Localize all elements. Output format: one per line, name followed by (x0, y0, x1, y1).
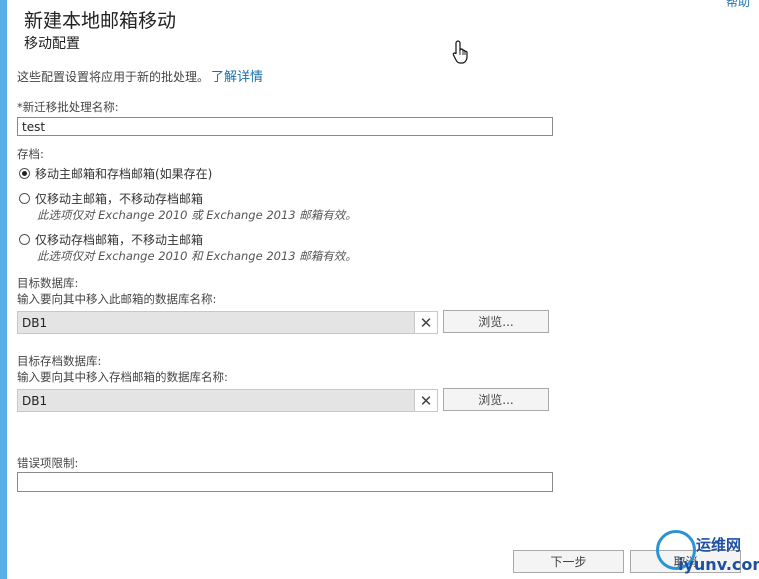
error-limit-label: 错误项限制: (17, 456, 79, 470)
watermark-logo: 运维网 iyunv.com (654, 528, 759, 576)
intro-description: 这些配置设置将应用于新的批处理。 (17, 70, 210, 84)
archive-option-label: 移动主邮箱和存档邮箱(如果存在) (35, 167, 213, 181)
help-link[interactable]: 帮助 (726, 0, 750, 10)
browse-target-db-button[interactable]: 浏览... (443, 310, 549, 333)
target-db-label: 目标数据库: (17, 276, 79, 290)
archive-label: 存档: (17, 147, 44, 161)
clear-icon[interactable]: ✕ (414, 312, 437, 333)
target-archive-db-label: 目标存档数据库: (17, 354, 102, 368)
archive-option-label: 仅移动存档邮箱，不移动主邮箱 (35, 233, 204, 247)
hand-cursor-icon (452, 40, 468, 64)
archive-option-note: 此选项仅对 Exchange 2010 和 Exchange 2013 邮箱有效… (37, 249, 357, 263)
archive-option-note: 此选项仅对 Exchange 2010 或 Exchange 2013 邮箱有效… (37, 208, 357, 222)
target-db-value: DB1 (22, 316, 48, 330)
radio-unchecked-icon[interactable] (19, 193, 30, 204)
target-archive-db-field[interactable]: DB1 ✕ (17, 389, 438, 412)
target-archive-db-hint: 输入要向其中移入存档邮箱的数据库名称: (17, 370, 228, 384)
archive-option-both[interactable]: 移动主邮箱和存档邮箱(如果存在) (19, 165, 212, 182)
next-button[interactable]: 下一步 (513, 550, 624, 573)
page-subtitle: 移动配置 (24, 36, 80, 52)
archive-option-primary-only[interactable]: 仅移动主邮箱，不移动存档邮箱 (19, 190, 203, 207)
browse-target-archive-db-button[interactable]: 浏览... (443, 388, 549, 411)
left-accent-bar (0, 0, 7, 579)
watermark-site-name: 运维网 (696, 536, 742, 554)
target-db-field[interactable]: DB1 ✕ (17, 311, 438, 334)
archive-option-archive-only[interactable]: 仅移动存档邮箱，不移动主邮箱 (19, 231, 203, 248)
target-archive-db-value: DB1 (22, 394, 48, 408)
page-title: 新建本地邮箱移动 (24, 10, 177, 32)
target-db-hint: 输入要向其中移入此邮箱的数据库名称: (17, 292, 217, 306)
radio-checked-icon[interactable] (19, 168, 30, 179)
intro-text: 这些配置设置将应用于新的批处理。 了解详情 (17, 66, 263, 85)
error-limit-input[interactable] (17, 472, 553, 492)
archive-option-label: 仅移动主邮箱，不移动存档邮箱 (35, 192, 204, 206)
watermark-url: iyunv.com (678, 555, 759, 574)
batch-name-label: *新迁移批处理名称: (17, 100, 119, 114)
radio-unchecked-icon[interactable] (19, 234, 30, 245)
learn-more-link[interactable]: 了解详情 (211, 70, 263, 85)
clear-icon[interactable]: ✕ (414, 390, 437, 411)
batch-name-input[interactable] (17, 117, 553, 136)
